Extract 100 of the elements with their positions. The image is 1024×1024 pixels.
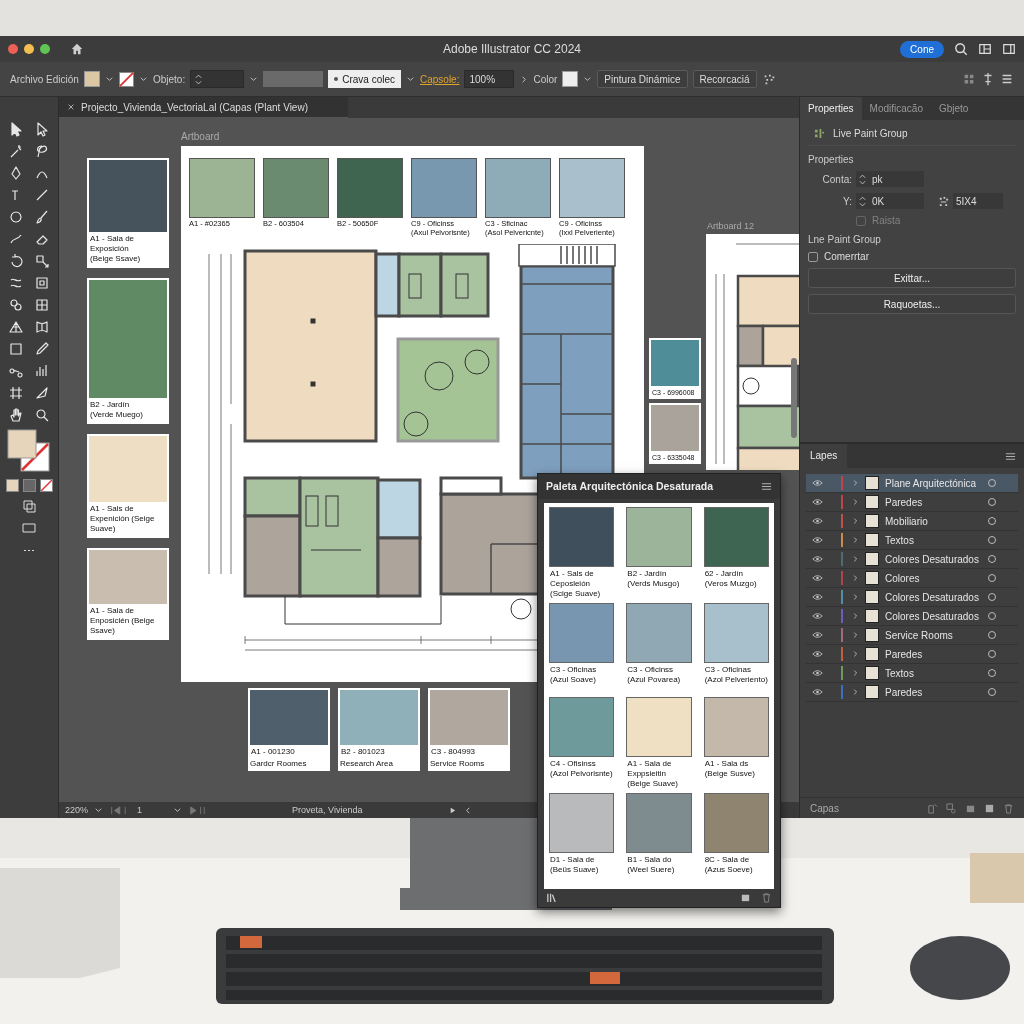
- color-swatch[interactable]: [189, 158, 255, 218]
- chevron-right-icon[interactable]: [851, 612, 859, 620]
- scale-icon[interactable]: [34, 253, 50, 269]
- caret-icon[interactable]: [104, 74, 114, 84]
- panel-tab[interactable]: Lapes: [800, 444, 848, 468]
- bar-chart-icon[interactable]: [34, 363, 50, 379]
- layer-row[interactable]: Paredes: [806, 493, 1018, 512]
- color-swatch[interactable]: [549, 696, 615, 757]
- chevron-right-icon[interactable]: [851, 593, 859, 601]
- panel-tab[interactable]: Properties: [800, 97, 862, 120]
- gradient-icon[interactable]: [8, 341, 24, 357]
- none-mode-swatch[interactable]: [39, 479, 53, 492]
- fill-swatch[interactable]: [83, 71, 100, 87]
- eye-icon[interactable]: [812, 479, 823, 487]
- layer-row[interactable]: Paredes: [806, 645, 1018, 664]
- count-field[interactable]: pk: [856, 171, 924, 187]
- brush-icon[interactable]: [34, 209, 50, 225]
- chevron-right-icon[interactable]: [851, 574, 859, 582]
- rotate-icon[interactable]: [8, 253, 24, 269]
- eyedropper-icon[interactable]: [34, 341, 50, 357]
- chevron-right-icon[interactable]: [851, 517, 859, 525]
- lasso-icon[interactable]: [34, 143, 50, 159]
- menu-label[interactable]: Archivo Edición: [10, 73, 79, 85]
- menu-icon[interactable]: [1005, 450, 1016, 462]
- eye-icon[interactable]: [812, 593, 823, 601]
- new-swatch-icon[interactable]: [740, 892, 751, 904]
- line-segment-icon[interactable]: [34, 187, 50, 203]
- panel-toggle-icon[interactable]: [1002, 42, 1016, 56]
- shape-builder-icon[interactable]: [8, 297, 24, 313]
- stroke-none-swatch[interactable]: [118, 71, 134, 87]
- color-swatch[interactable]: [703, 696, 769, 757]
- size-field[interactable]: 5IX4: [953, 193, 1003, 209]
- close-window-icon[interactable]: [8, 44, 18, 54]
- layer-row[interactable]: Service Rooms: [806, 626, 1018, 645]
- object-spinner-field[interactable]: [190, 70, 245, 88]
- toolbar-button[interactable]: Recorcaciá: [692, 70, 757, 88]
- swatch-card[interactable]: A1 - 001230 Gardcr Roomes: [248, 688, 330, 771]
- color-swatch[interactable]: [703, 506, 769, 567]
- selection-arrow-icon[interactable]: [8, 121, 24, 137]
- chevron-right-icon[interactable]: [851, 669, 859, 677]
- color-swatch[interactable]: [626, 506, 692, 567]
- draw-mode-icon[interactable]: [21, 498, 37, 514]
- home-icon[interactable]: [70, 42, 84, 56]
- play-icon[interactable]: [448, 805, 458, 815]
- chevron-left-icon[interactable]: [463, 805, 473, 815]
- swatch-card[interactable]: B2 - 801023 Research Area: [338, 688, 420, 771]
- zoom-icon[interactable]: [34, 407, 50, 423]
- opacity-link[interactable]: Capsole:: [420, 73, 460, 85]
- zoom-level[interactable]: 220%: [65, 805, 89, 815]
- layer-row[interactable]: Textos: [806, 531, 1018, 550]
- scrollbar[interactable]: [791, 358, 797, 438]
- trash-icon[interactable]: [1003, 802, 1014, 814]
- layer-row[interactable]: Colores Desaturados: [806, 588, 1018, 607]
- fill-stroke-widget[interactable]: [7, 429, 51, 473]
- eye-icon[interactable]: [812, 555, 823, 563]
- list-icon[interactable]: [1000, 72, 1014, 86]
- maximize-window-icon[interactable]: [40, 44, 50, 54]
- color-swatch[interactable]: [263, 158, 329, 218]
- direct-selection-icon[interactable]: [34, 121, 50, 137]
- color-swatch[interactable]: [485, 158, 551, 218]
- close-icon[interactable]: [67, 103, 75, 111]
- locate-icon[interactable]: [946, 802, 957, 814]
- color-swatch[interactable]: [549, 792, 615, 853]
- chevron-right-icon[interactable]: [851, 631, 859, 639]
- caret-icon[interactable]: [94, 805, 104, 815]
- panel-tab[interactable]: Gbjeto: [930, 97, 977, 120]
- chevron-right-icon[interactable]: [851, 555, 859, 563]
- hand-icon[interactable]: [8, 407, 24, 423]
- spinner-arrows-icon[interactable]: [859, 195, 866, 207]
- checkbox[interactable]: [808, 251, 818, 262]
- color-swatch[interactable]: [337, 158, 403, 218]
- minimize-window-icon[interactable]: [24, 44, 34, 54]
- trash-icon[interactable]: [761, 892, 772, 904]
- chevron-right-icon[interactable]: [851, 650, 859, 658]
- live-paint-icon[interactable]: [34, 297, 50, 313]
- color-swatch[interactable]: [549, 506, 615, 567]
- style-field[interactable]: [263, 71, 324, 87]
- eye-icon[interactable]: [812, 498, 823, 506]
- eye-icon[interactable]: [812, 650, 823, 658]
- preset-button[interactable]: Crava colec: [328, 70, 401, 88]
- swatch-card[interactable]: B2 - Jardín (Verde Muego): [87, 278, 169, 424]
- panel-button[interactable]: Raquoetas...: [808, 294, 1016, 314]
- perspective-grid-icon[interactable]: [8, 319, 24, 335]
- eye-icon[interactable]: [812, 612, 823, 620]
- eye-icon[interactable]: [812, 574, 823, 582]
- menu-icon[interactable]: [761, 480, 772, 492]
- layer-row[interactable]: Mobiliario: [806, 512, 1018, 531]
- chevron-right-icon[interactable]: [851, 688, 859, 696]
- layer-row[interactable]: Plane Arquitectónica: [806, 474, 1018, 493]
- eye-icon[interactable]: [812, 688, 823, 696]
- spinner-arrows-icon[interactable]: [195, 73, 203, 85]
- swatch-card[interactable]: A1 - Sala de Enposicién (Beige Ssave): [87, 548, 169, 640]
- swatch-card[interactable]: A1 - Sals de Expenición (Seige Suave): [87, 434, 169, 538]
- eye-icon[interactable]: [812, 536, 823, 544]
- page-number[interactable]: 1: [137, 805, 168, 815]
- swatch-card[interactable]: C3 - 804993 Service Rooms: [428, 688, 510, 771]
- document-tab[interactable]: Projecto_Vivienda_VectoriaLal (Capas (Plant View): [59, 97, 348, 118]
- opacity-field[interactable]: 100%: [464, 70, 515, 88]
- eye-icon[interactable]: [812, 517, 823, 525]
- layer-row[interactable]: Colores Desaturados: [806, 550, 1018, 569]
